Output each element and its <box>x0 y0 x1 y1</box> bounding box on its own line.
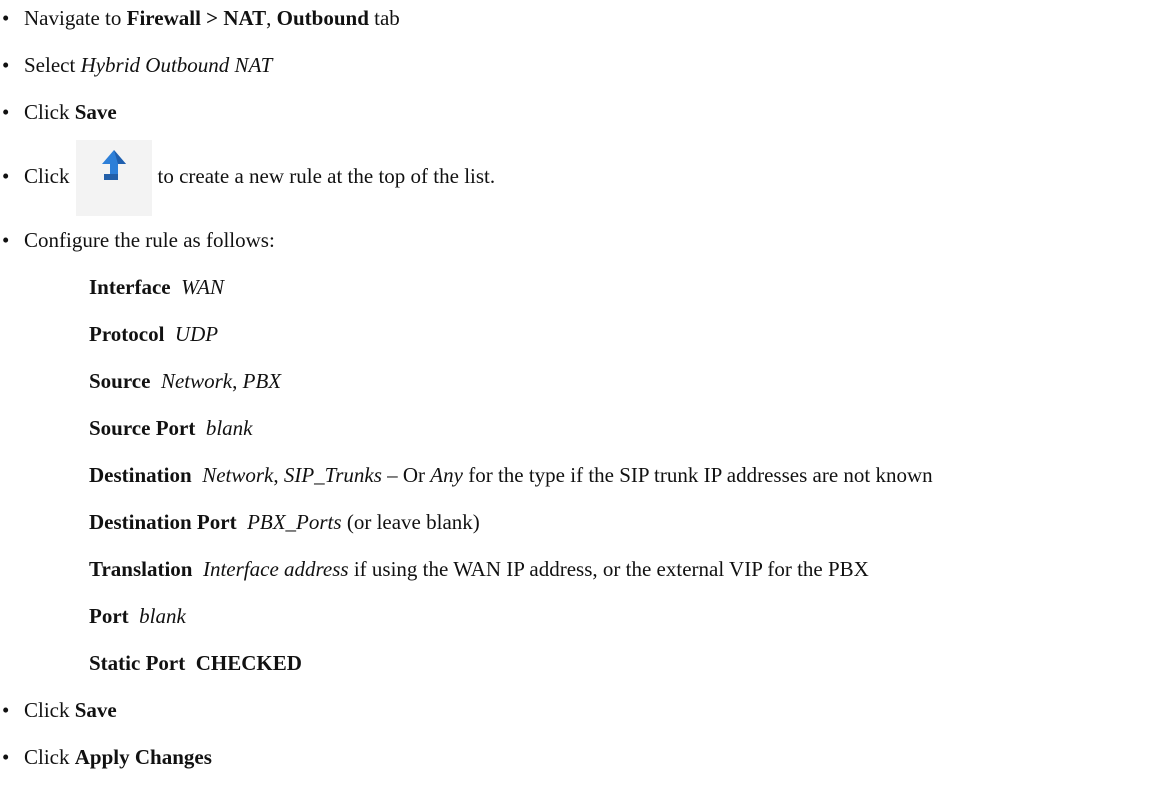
field-label: Protocol <box>89 322 165 346</box>
step-add-rule: • Click to create a new rule at the top o… <box>0 138 495 218</box>
field-value: Any <box>430 463 463 487</box>
note-text: – Or <box>381 463 431 487</box>
menu-path: Firewall > NAT <box>126 6 267 30</box>
field-value: blank <box>139 604 186 628</box>
field-label: Port <box>89 604 129 628</box>
rule-port: Port blank <box>89 604 186 628</box>
step-text: Click <box>24 698 75 722</box>
bullet: • <box>2 698 10 722</box>
step-select-mode: • Select Hybrid Outbound NAT <box>0 53 272 77</box>
bullet: • <box>2 53 10 77</box>
rule-interface: Interface WAN <box>89 275 224 299</box>
field-label: Source Port <box>89 416 196 440</box>
rule-static-port: Static Port CHECKED <box>89 651 302 675</box>
field-value: PBX <box>242 369 282 393</box>
bullet: • <box>2 100 10 124</box>
field-value: Interface address <box>202 557 349 581</box>
rule-source-port: Source Port blank <box>89 416 253 440</box>
rule-source: Source Network, PBX <box>89 369 281 393</box>
note-text: for the type if the SIP trunk IP address… <box>462 463 933 487</box>
rule-translation: Translation Interface address if using t… <box>89 557 869 581</box>
add-rule-top-icon <box>75 140 152 216</box>
step-text: Click <box>24 164 70 188</box>
separator: , <box>273 463 284 487</box>
step-apply-changes: • Click Apply Changes <box>0 745 212 769</box>
field-label: Destination Port <box>89 510 237 534</box>
step-text: to create a new rule at the top of the l… <box>157 164 496 188</box>
note-text: (or leave blank) <box>341 510 480 534</box>
field-value: WAN <box>181 275 224 299</box>
save-label: Save <box>74 698 117 722</box>
field-value: blank <box>205 416 253 440</box>
rule-destination: Destination Network, SIP_Trunks – Or Any… <box>89 463 933 487</box>
save-label: Save <box>74 100 117 124</box>
tab-name: Outbound <box>276 6 369 30</box>
separator: , <box>232 369 243 393</box>
step-text: Click <box>24 100 75 124</box>
field-label: Destination <box>89 463 192 487</box>
step-configure: • Configure the rule as follows: <box>0 228 275 252</box>
field-value: PBX_Ports <box>247 510 342 534</box>
field-value: UDP <box>174 322 219 346</box>
step-text: Click <box>24 745 75 769</box>
step-click-save-rule: • Click Save <box>0 698 117 722</box>
bullet: • <box>2 164 10 188</box>
field-label: Static Port <box>89 651 186 675</box>
bullet: • <box>2 228 10 252</box>
field-value: Network <box>202 463 274 487</box>
arrow-up-icon <box>101 150 126 180</box>
step-text: Select <box>24 53 81 77</box>
step-click-save: • Click Save <box>0 100 117 124</box>
field-value: Network <box>160 369 233 393</box>
field-value: SIP_Trunks <box>283 463 382 487</box>
field-label: Translation <box>89 557 193 581</box>
note-text: if using the WAN IP address, or the exte… <box>348 557 869 581</box>
field-label: Source <box>89 369 151 393</box>
step-text: Navigate to <box>24 6 127 30</box>
bullet: • <box>2 745 10 769</box>
bullet: • <box>2 6 10 30</box>
field-label: Interface <box>89 275 171 299</box>
step-navigate: • Navigate to Firewall > NAT, Outbound ta… <box>0 6 400 30</box>
rule-protocol: Protocol UDP <box>89 322 218 346</box>
step-text: , <box>266 6 277 30</box>
apply-changes-label: Apply Changes <box>74 745 212 769</box>
step-text: Configure the rule as follows: <box>24 228 275 252</box>
field-value: CHECKED <box>195 651 302 675</box>
step-text: tab <box>368 6 400 30</box>
mode-name: Hybrid Outbound NAT <box>80 53 273 77</box>
rule-destination-port: Destination Port PBX_Ports (or leave bla… <box>89 510 480 534</box>
